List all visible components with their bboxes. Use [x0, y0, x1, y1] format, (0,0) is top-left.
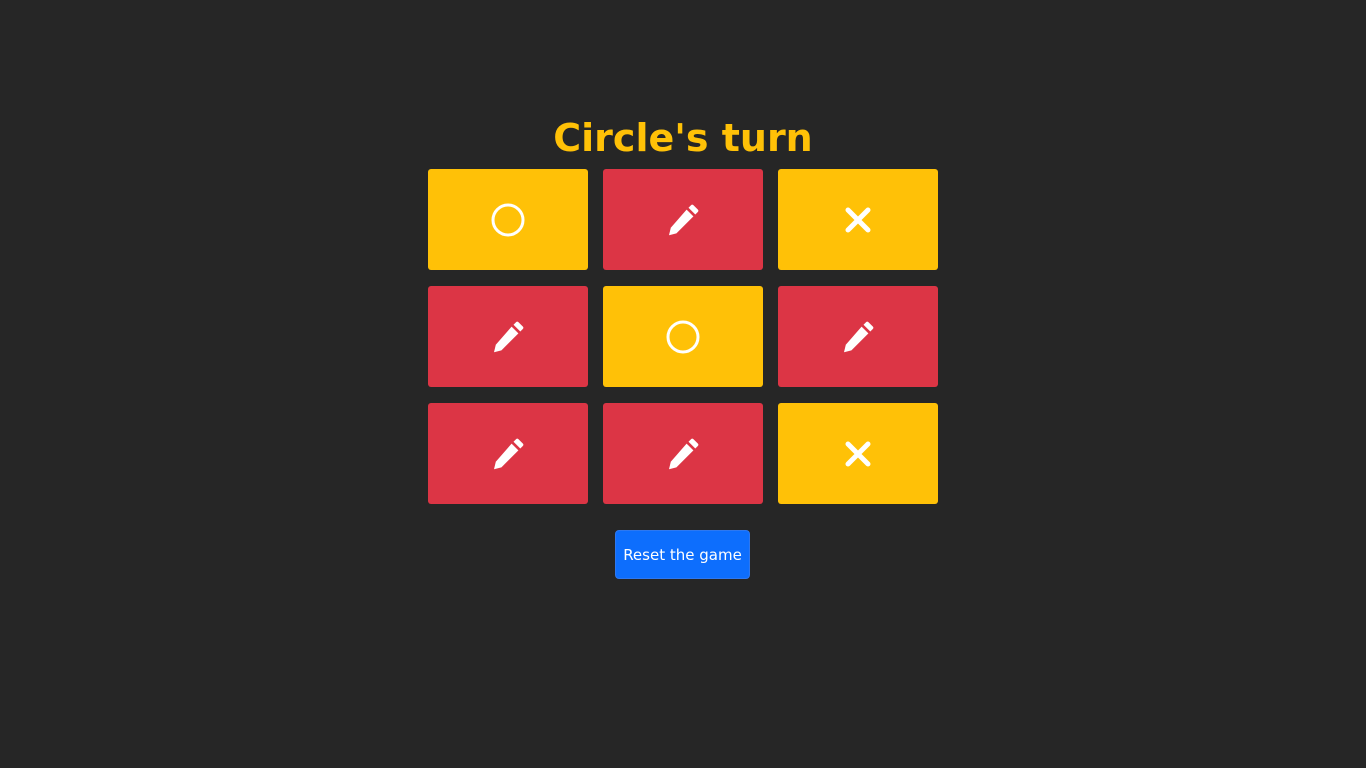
pencil-icon — [490, 436, 526, 472]
board-cell-r2c3[interactable] — [778, 286, 938, 387]
game-screen: Circle's turn Reset the game — [0, 0, 1366, 768]
board-cell-r2c1[interactable] — [428, 286, 588, 387]
game-board — [428, 169, 938, 504]
board-cell-r1c3[interactable] — [778, 169, 938, 270]
board-cell-r3c1[interactable] — [428, 403, 588, 504]
circle-icon — [666, 320, 700, 354]
pencil-icon — [665, 202, 701, 238]
pencil-icon — [840, 319, 876, 355]
reset-game-button[interactable]: Reset the game — [615, 530, 750, 579]
board-cell-r1c1[interactable] — [428, 169, 588, 270]
turn-status-title: Circle's turn — [553, 116, 813, 160]
x-mark-icon — [845, 207, 871, 233]
board-cell-r3c2[interactable] — [603, 403, 763, 504]
pencil-icon — [665, 436, 701, 472]
board-cell-r1c2[interactable] — [603, 169, 763, 270]
circle-icon — [491, 203, 525, 237]
x-mark-icon — [845, 441, 871, 467]
board-cell-r3c3[interactable] — [778, 403, 938, 504]
board-cell-r2c2[interactable] — [603, 286, 763, 387]
pencil-icon — [490, 319, 526, 355]
